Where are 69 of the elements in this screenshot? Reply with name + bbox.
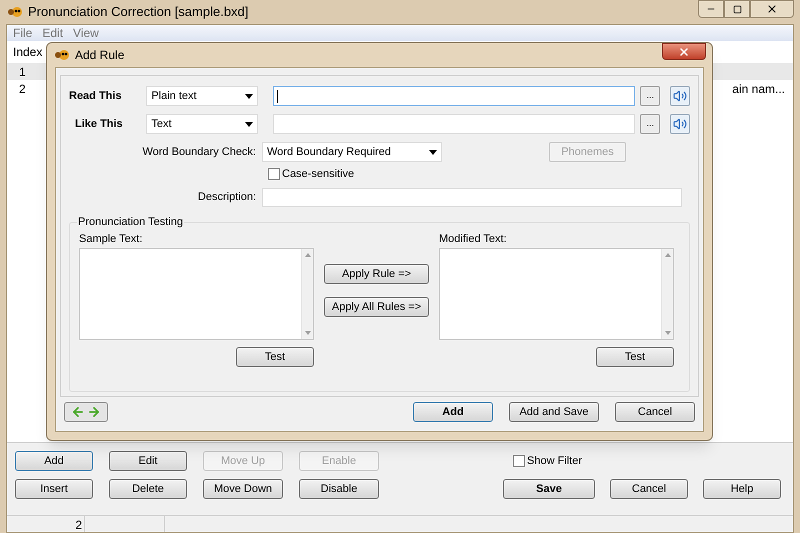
description-field[interactable] <box>262 188 682 206</box>
push-button[interactable]: Apply Rule => <box>324 264 429 284</box>
menu-item[interactable]: View <box>73 24 99 42</box>
dropdown[interactable]: Word Boundary Required <box>262 142 442 162</box>
group-title: Pronunciation Testing <box>77 214 184 230</box>
scroll-down-icon[interactable] <box>664 331 670 335</box>
default-button[interactable]: Save <box>503 479 595 499</box>
text-area[interactable] <box>79 248 314 340</box>
checkbox[interactable] <box>513 455 525 467</box>
push-button[interactable]: Cancel <box>610 479 688 499</box>
browse-button[interactable]: ... <box>640 114 660 134</box>
maximize-icon <box>732 4 742 14</box>
close-button[interactable] <box>750 0 794 18</box>
push-button[interactable]: Add <box>15 451 93 471</box>
push-button[interactable]: Test <box>236 347 314 367</box>
close-icon <box>766 3 778 15</box>
menu-item[interactable]: File <box>13 24 32 42</box>
window-title: Pronunciation Correction [sample.bxd] <box>28 3 248 22</box>
push-button[interactable]: Disable <box>299 479 379 499</box>
arrow-right-icon <box>87 405 101 419</box>
scroll-up-icon[interactable] <box>664 253 670 257</box>
caret-icon <box>245 94 254 98</box>
speaker-icon <box>673 117 688 131</box>
push-button[interactable]: Help <box>703 479 781 499</box>
menu-item[interactable]: Edit <box>42 24 64 42</box>
caret-icon <box>245 122 254 126</box>
close-button[interactable] <box>662 43 706 60</box>
dropdown[interactable]: Plain text <box>146 86 258 106</box>
push-button[interactable]: Cancel <box>615 402 695 422</box>
push-button[interactable]: Add and Save <box>509 402 599 422</box>
push-button[interactable]: Delete <box>109 479 187 499</box>
navigation-button[interactable] <box>64 402 108 422</box>
arrow-left-icon <box>71 405 85 419</box>
field-label: Modified Text: <box>439 232 508 247</box>
default-button[interactable]: Add <box>413 402 493 422</box>
scroll-up-icon[interactable] <box>304 253 310 257</box>
checkbox-label: Case-sensitive <box>282 166 354 182</box>
scrollbar[interactable] <box>301 249 313 339</box>
maximize-button[interactable] <box>724 0 750 18</box>
field-label: Read This <box>69 88 123 104</box>
status-text: 2 <box>7 516 85 532</box>
close-icon <box>678 46 690 58</box>
dropdown[interactable]: Text <box>146 114 258 134</box>
speaker-button[interactable] <box>670 86 690 106</box>
browse-button[interactable]: ... <box>640 86 660 106</box>
speaker-icon <box>673 89 688 103</box>
table-cell-text: 1 <box>19 64 26 80</box>
push-button[interactable]: Move Down <box>203 479 283 499</box>
push-button[interactable]: Test <box>596 347 674 367</box>
speaker-button[interactable] <box>670 114 690 134</box>
push-button[interactable]: Edit <box>109 451 187 471</box>
checkbox[interactable] <box>268 168 280 180</box>
field-label: Sample Text: <box>79 232 144 247</box>
scrollbar[interactable] <box>661 249 673 339</box>
checkbox-label: Show Filter <box>527 454 582 469</box>
text-field[interactable] <box>273 114 636 134</box>
scroll-down-icon[interactable] <box>304 331 310 335</box>
dialog-title: Add Rule <box>75 47 124 64</box>
field-label: Description: <box>196 190 257 205</box>
field-label: Like This <box>74 116 124 132</box>
table-cell-text: ain nam... <box>732 80 785 98</box>
caret-icon <box>429 150 437 154</box>
text-field[interactable] <box>273 86 636 106</box>
table-cell-text: 2 <box>19 80 26 98</box>
field-label: Word Boundary Check: <box>141 144 257 160</box>
push-button[interactable]: Insert <box>15 479 93 499</box>
column-header[interactable]: Index <box>13 43 42 61</box>
text-area[interactable] <box>439 248 674 340</box>
push-button[interactable]: Apply All Rules => <box>324 297 429 317</box>
